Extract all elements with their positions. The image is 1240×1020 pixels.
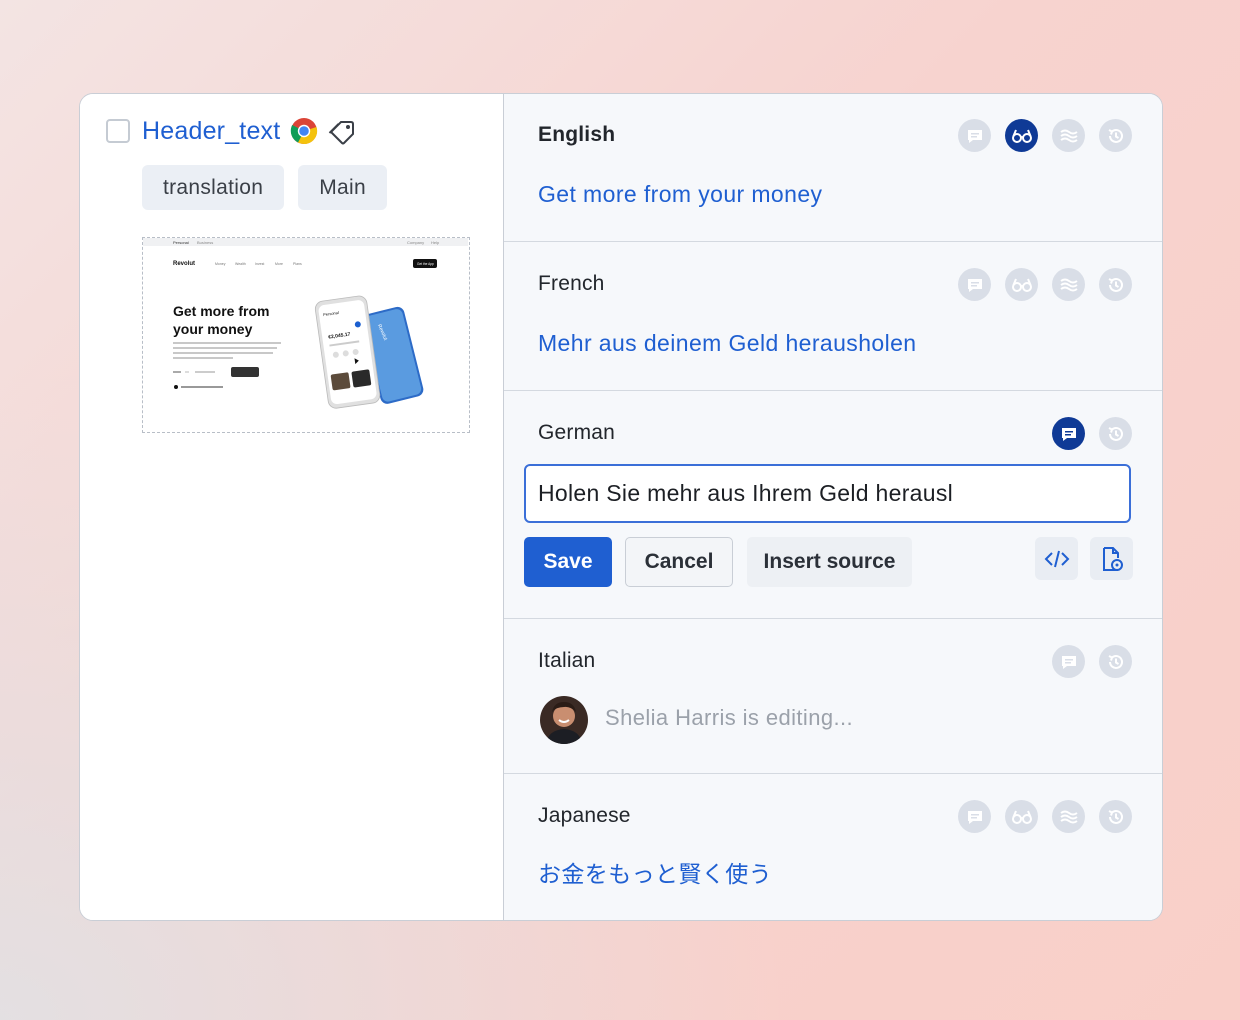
preview-menu-item: Invest [255,262,264,266]
glasses-icon[interactable] [1005,800,1038,833]
lang-row-german: German Save Cancel Insert source [504,391,1162,619]
lang-row-english: English Get more from your money [504,94,1162,242]
save-button[interactable]: Save [524,537,612,587]
preview-cta: Get the App [417,262,434,266]
lang-actions [958,268,1132,301]
waves-icon[interactable] [1052,268,1085,301]
preview-brand: Revolut [173,261,195,267]
lang-name: Japanese [538,804,631,827]
key-panel: Header_text translation Main Personal Bu… [80,94,504,920]
comment-icon[interactable] [1052,645,1085,678]
lang-actions [958,119,1132,152]
glasses-icon[interactable] [1005,268,1038,301]
comment-icon[interactable] [958,119,991,152]
lang-name: English [538,123,616,146]
translation-card: Header_text translation Main Personal Bu… [79,93,1163,921]
history-icon[interactable] [1099,645,1132,678]
waves-icon[interactable] [1052,800,1085,833]
key-name[interactable]: Header_text [142,117,280,146]
lang-row-italian: Italian Shelia Harris is editing... [504,619,1162,774]
preview-menu-item: Plans [293,262,302,266]
history-icon[interactable] [1099,800,1132,833]
comment-icon[interactable] [958,268,991,301]
tag-icon[interactable] [328,116,358,146]
lang-actions [1052,417,1132,450]
chrome-icon [291,118,318,145]
lang-name: French [538,272,605,295]
history-icon[interactable] [1099,417,1132,450]
avatar [540,696,588,744]
preview-tab: Personal [173,240,189,245]
code-icon[interactable] [1035,537,1078,580]
lang-row-french: French Mehr aus deinem Geld herausholen [504,242,1162,391]
tag-list: translation Main [142,165,387,210]
preview-headline: Get more from [173,303,269,319]
tag-chip[interactable]: translation [142,165,285,210]
languages-panel: English Get more from your money French [504,94,1162,920]
translation-text[interactable]: お金をもっと賢く使う [538,855,772,889]
key-row: Header_text [106,116,358,146]
lang-name: German [538,421,616,444]
tag-chip[interactable]: Main [298,165,387,210]
file-settings-icon[interactable] [1090,537,1133,580]
cancel-button[interactable]: Cancel [625,537,733,587]
preview-nav-link: Company [407,240,424,245]
preview-menu-item: More [275,262,283,266]
key-checkbox[interactable] [106,119,130,143]
translation-text[interactable]: Mehr aus deinem Geld herausholen [538,330,916,357]
insert-source-button[interactable]: Insert source [747,537,912,587]
lang-actions [958,800,1132,833]
history-icon[interactable] [1099,268,1132,301]
preview-headline: your money [173,321,253,337]
preview-menu-item: Wealth [235,262,246,266]
waves-icon[interactable] [1052,119,1085,152]
comment-icon[interactable] [958,800,991,833]
lang-name: Italian [538,649,596,672]
preview-menu-item: Money [215,262,226,266]
glasses-icon[interactable] [1005,119,1038,152]
history-icon[interactable] [1099,119,1132,152]
context-screenshot[interactable]: Personal Business Company Help Revolut M… [142,237,470,433]
comment-icon[interactable] [1052,417,1085,450]
preview-nav-link: Help [431,240,440,245]
translation-text[interactable]: Get more from your money [538,181,822,208]
lang-row-japanese: Japanese お金をもっと賢く使う [504,774,1162,920]
preview-tab: Business [197,240,213,245]
lang-actions [1052,645,1132,678]
screenshot-preview: Personal Business Company Help Revolut M… [143,238,468,409]
translation-input[interactable] [524,464,1131,523]
editing-status: Shelia Harris is editing... [605,705,854,730]
